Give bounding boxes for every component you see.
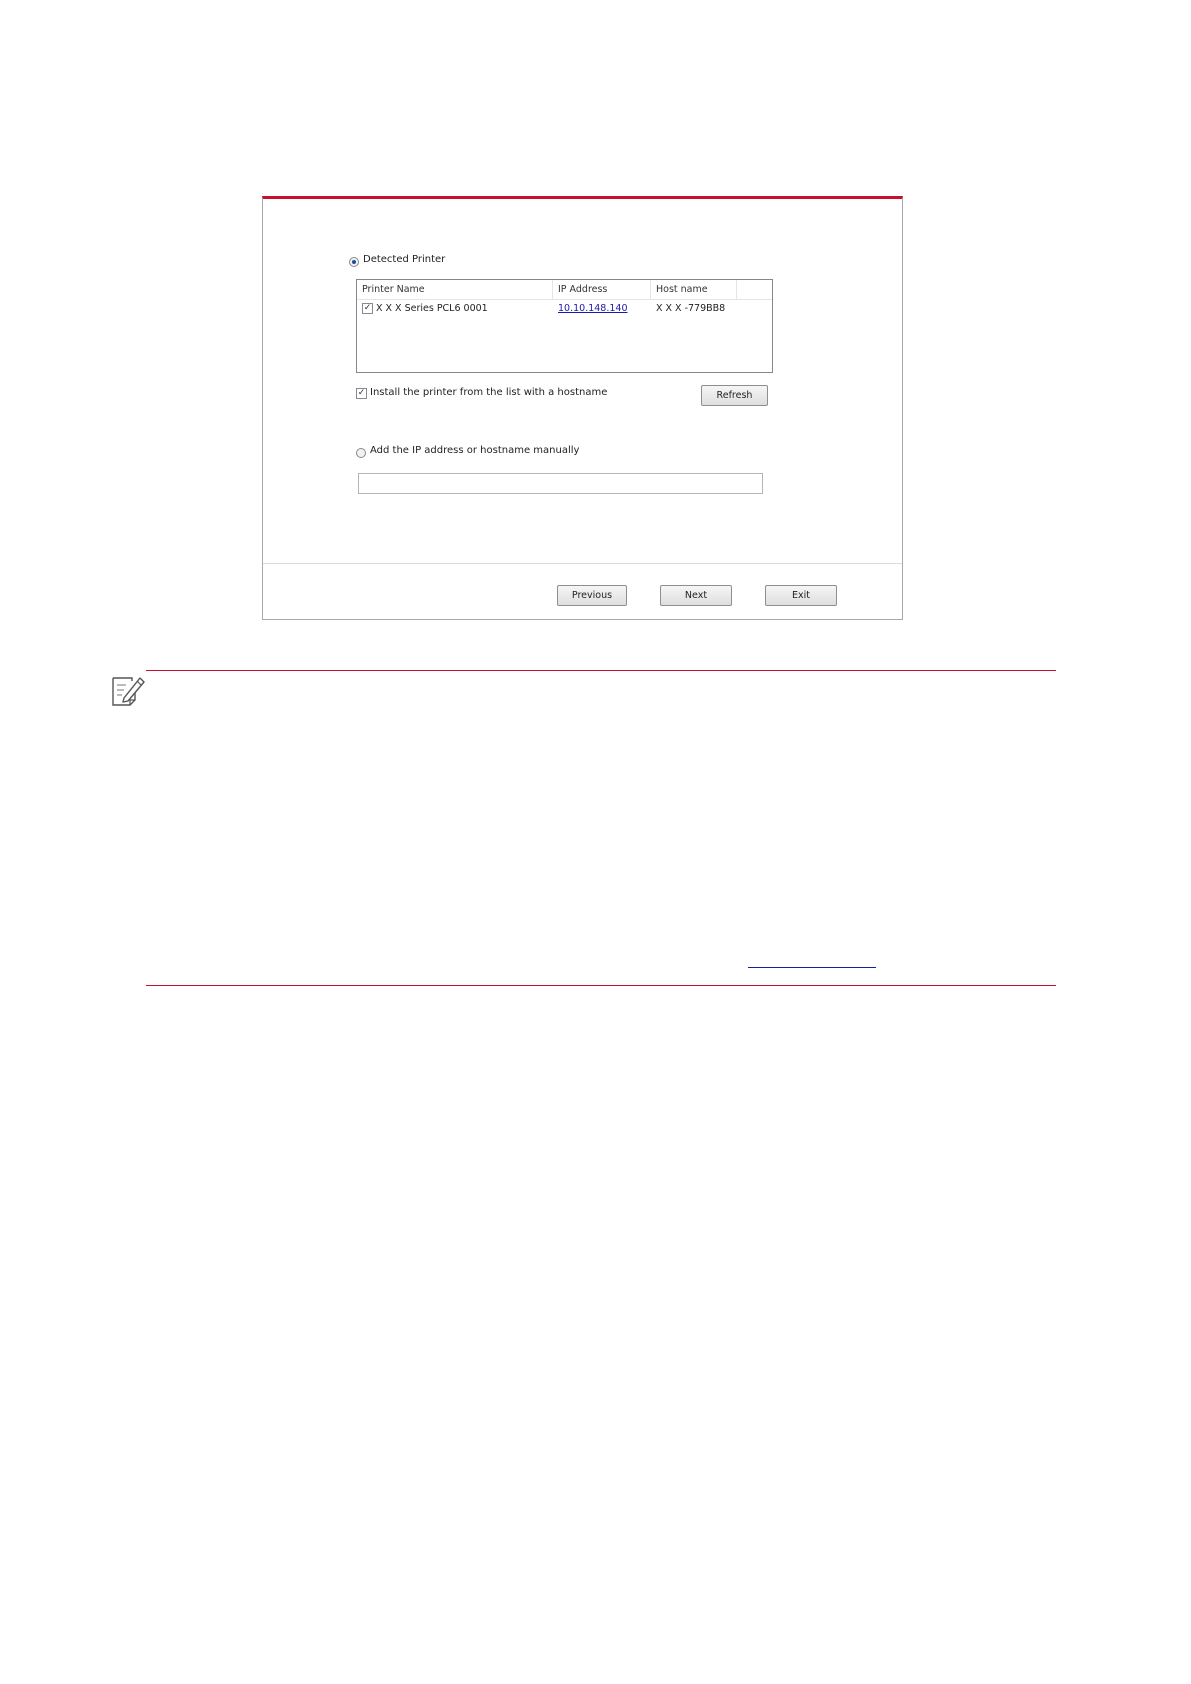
manual-address-input[interactable]	[358, 473, 763, 494]
next-button[interactable]: Next	[660, 585, 732, 606]
note-pencil-icon	[112, 677, 145, 706]
note-bottom-rule	[146, 985, 1056, 986]
note-link-underline[interactable]	[748, 967, 876, 968]
detected-printer-label: Detected Printer	[363, 254, 446, 265]
previous-button[interactable]: Previous	[557, 585, 627, 606]
printer-list-header: Printer Name IP Address Host name	[357, 280, 772, 300]
manual-address-radio[interactable]	[356, 448, 366, 458]
exit-button[interactable]: Exit	[765, 585, 837, 606]
printer-list[interactable]: Printer Name IP Address Host name ✓ X X …	[356, 279, 773, 373]
manual-address-label: Add the IP address or hostname manually	[370, 445, 580, 456]
footer-divider	[263, 563, 902, 564]
printer-host-cell: X X X -779BB8	[656, 303, 726, 314]
column-host-name[interactable]: Host name	[651, 280, 737, 300]
refresh-button[interactable]: Refresh	[701, 385, 768, 406]
printer-row-checkbox[interactable]: ✓	[362, 303, 373, 314]
printer-ip-link[interactable]: 10.10.148.140	[558, 302, 628, 316]
column-ip-address[interactable]: IP Address	[553, 280, 651, 300]
note-top-rule	[146, 670, 1056, 671]
detected-printer-radio[interactable]	[349, 257, 359, 267]
printer-name-cell: X X X Series PCL6 0001	[376, 303, 488, 314]
install-hostname-label: Install the printer from the list with a…	[370, 387, 608, 398]
install-hostname-checkbox[interactable]: ✓	[356, 388, 367, 399]
column-printer-name[interactable]: Printer Name	[357, 280, 553, 300]
printer-installer-dialog: Detected Printer Printer Name IP Address…	[262, 196, 903, 620]
